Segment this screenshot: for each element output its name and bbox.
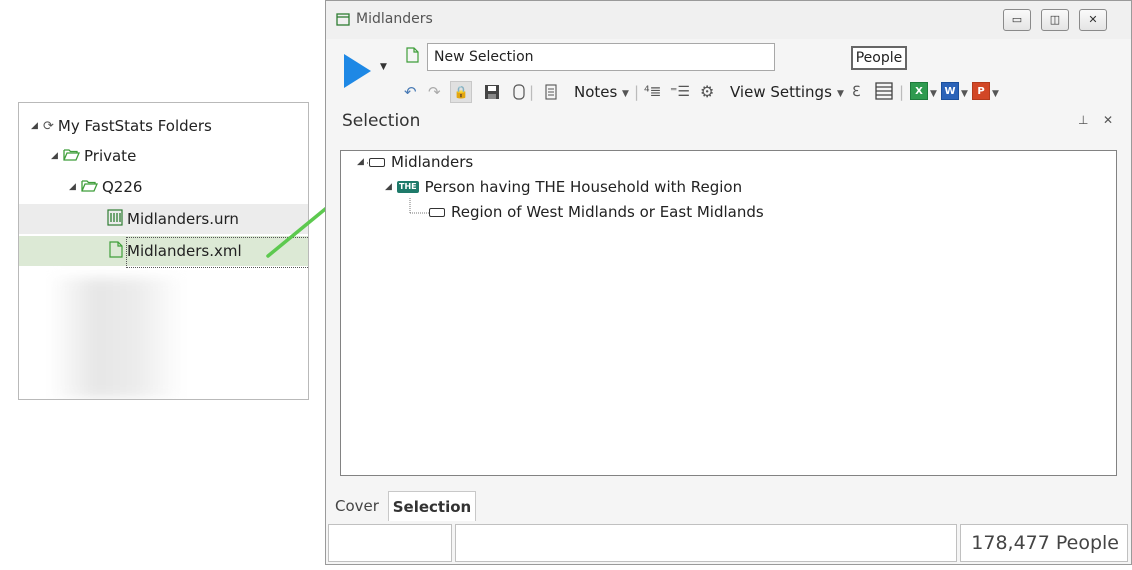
- tree-node-label: Person having THE Household with Region: [424, 178, 743, 196]
- folder-open-icon: [81, 178, 98, 196]
- close-button[interactable]: ✕: [1079, 9, 1107, 31]
- tree-item-label: My FastStats Folders: [57, 117, 212, 135]
- expand-arrow-icon[interactable]: ◢: [385, 182, 397, 192]
- tree-node-person-having-household[interactable]: ◢ THE Person having THE Household with R…: [385, 178, 742, 196]
- redo-icon[interactable]: ↷: [428, 83, 441, 101]
- pin-icon[interactable]: ⊥: [1078, 113, 1088, 127]
- history-icon: ⟳: [43, 118, 54, 134]
- minimize-icon: ▭: [1011, 13, 1023, 26]
- expand-all-icon[interactable]: ⁴≣: [644, 83, 661, 101]
- tree-node-label: Region of West Midlands or East Midlands: [451, 203, 764, 221]
- selection-name-input[interactable]: New Selection: [427, 43, 775, 71]
- window-icon: [336, 12, 350, 30]
- expand-arrow-icon[interactable]: ◢: [69, 182, 81, 192]
- document-icon: [109, 240, 123, 262]
- tab-cover[interactable]: Cover: [328, 491, 386, 521]
- urn-file-icon: [107, 208, 123, 230]
- blurred-area: [49, 278, 184, 398]
- selection-tree-area[interactable]: ◢ Midlanders ◢ THE Person having THE Hou…: [340, 150, 1117, 476]
- tree-item-private[interactable]: ◢ Private: [19, 141, 308, 171]
- grid-view-icon[interactable]: [875, 82, 893, 104]
- powerpoint-dropdown-icon[interactable]: ▼: [992, 85, 999, 103]
- window-title: Midlanders: [356, 11, 433, 27]
- status-cell: [455, 524, 957, 562]
- status-cell: [328, 524, 452, 562]
- document-icon: [406, 47, 419, 67]
- the-badge-icon: THE: [397, 181, 419, 193]
- selection-node-icon: [429, 207, 445, 217]
- expand-arrow-icon[interactable]: ◢: [357, 157, 369, 167]
- database-icon[interactable]: [513, 83, 525, 105]
- excel-dropdown-icon[interactable]: ▼: [930, 85, 937, 103]
- tree-item-label: Private: [84, 147, 137, 165]
- word-export-icon[interactable]: W: [941, 82, 959, 100]
- word-dropdown-icon[interactable]: ▼: [961, 85, 968, 103]
- tree-node-region[interactable]: Region of West Midlands or East Midlands: [429, 203, 764, 221]
- maximize-button[interactable]: ◫: [1041, 9, 1069, 31]
- title-bar[interactable]: Midlanders ▭ ◫ ✕: [326, 1, 1131, 39]
- excel-export-icon[interactable]: X: [910, 82, 928, 100]
- tab-selection[interactable]: Selection: [388, 491, 476, 521]
- panel-close-icon[interactable]: ✕: [1103, 113, 1113, 127]
- tree-item-label: Q226: [102, 178, 143, 196]
- count-unit-selector[interactable]: People: [851, 46, 907, 70]
- notes-dropdown-icon[interactable]: ▼: [622, 85, 629, 103]
- tree-item-my-faststats-folders[interactable]: ◢ ⟳ My FastStats Folders: [19, 111, 308, 141]
- powerpoint-export-icon[interactable]: P: [972, 82, 990, 100]
- notes-icon[interactable]: [545, 84, 557, 104]
- notes-button[interactable]: Notes: [574, 83, 617, 101]
- close-icon: ✕: [1088, 13, 1098, 26]
- minimize-button[interactable]: ▭: [1003, 9, 1031, 31]
- view-settings-dropdown-icon[interactable]: ▼: [837, 85, 844, 103]
- tree-item-label: Midlanders.urn: [127, 210, 239, 228]
- expand-arrow-icon[interactable]: ◢: [51, 151, 63, 161]
- run-dropdown-icon[interactable]: ▼: [380, 62, 387, 72]
- collapse-all-icon[interactable]: ⁼☰: [670, 83, 690, 101]
- maximize-icon: ◫: [1049, 13, 1061, 26]
- undo-icon[interactable]: ↶: [404, 83, 417, 101]
- toolbar-separator: |: [634, 83, 640, 101]
- run-icon[interactable]: [342, 53, 372, 89]
- panel-title: Selection: [342, 111, 421, 131]
- settings-icon[interactable]: ⚙: [700, 83, 714, 101]
- tree-node-label: Midlanders: [391, 153, 474, 171]
- toolbar-separator: |: [529, 83, 535, 101]
- selection-node-icon: [369, 157, 385, 167]
- selection-window: Midlanders ▭ ◫ ✕ ▼ New Selection People …: [325, 0, 1132, 565]
- tree-node-midlanders[interactable]: ◢ Midlanders: [357, 153, 473, 171]
- lock-icon[interactable]: 🔒: [450, 81, 472, 103]
- folder-open-icon: [63, 147, 80, 165]
- view-settings-button[interactable]: View Settings: [730, 83, 832, 101]
- save-icon[interactable]: [484, 84, 500, 104]
- tree-view-icon[interactable]: ℇ: [852, 83, 861, 101]
- expand-arrow-icon[interactable]: ◢: [31, 121, 43, 131]
- status-count: 178,477 People: [960, 524, 1128, 562]
- toolbar-separator: |: [899, 83, 905, 101]
